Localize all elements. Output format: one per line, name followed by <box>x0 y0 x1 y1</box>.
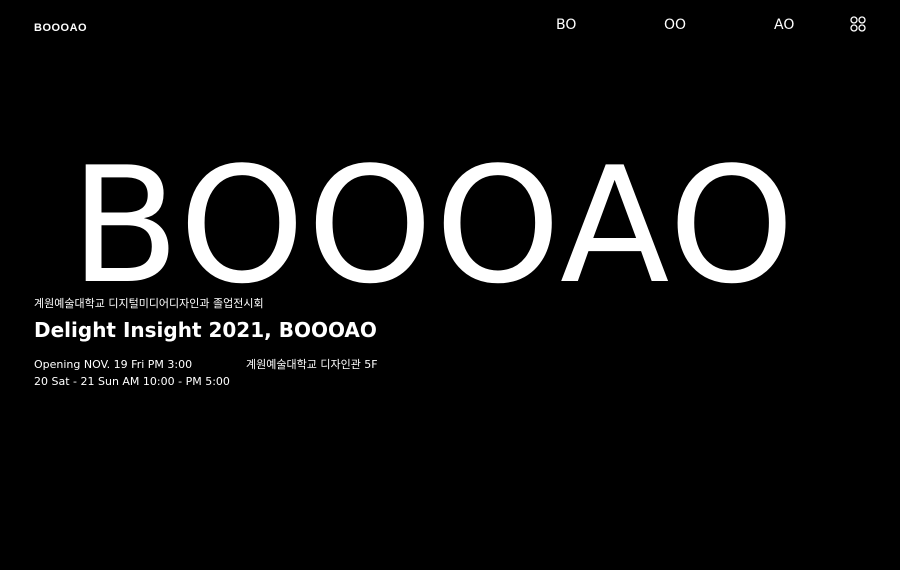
nav-item-oo[interactable]: OO <box>664 16 686 34</box>
hero-title: BOOOAO <box>70 132 797 319</box>
four-circles-grid-icon <box>850 16 866 32</box>
site-logo[interactable]: BOOOAO <box>34 21 87 35</box>
location-info: 계원예술대학교 디자인관 5F <box>246 358 378 371</box>
nav-item-ao[interactable]: AO <box>774 16 794 34</box>
opening-info: Opening NOV. 19 Fri PM 3:00 <box>34 358 193 371</box>
nav-item-bo[interactable]: BO <box>556 16 576 34</box>
menu-icon[interactable] <box>850 16 866 32</box>
exhibition-title: Delight Insight 2021, BOOOAO <box>34 318 377 342</box>
schedule-info: 20 Sat - 21 Sun AM 10:00 - PM 5:00 <box>34 375 230 388</box>
exhibition-subtitle: 계원예술대학교 디지털미디어디자인과 졸업전시회 <box>34 297 264 310</box>
